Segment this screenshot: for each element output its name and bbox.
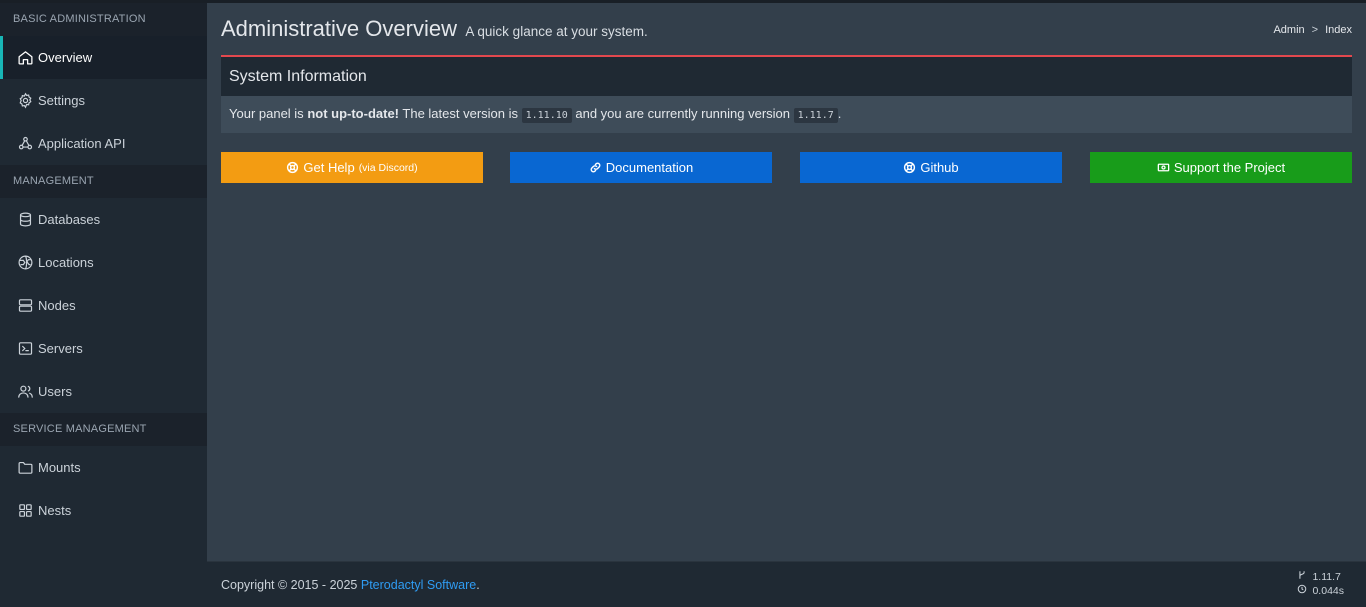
sidebar-item-label: Nests: [38, 503, 72, 518]
users-icon: [17, 383, 34, 400]
sidebar-item-label: Settings: [38, 93, 85, 108]
status-text: .: [837, 106, 842, 121]
breadcrumb-index: Index: [1325, 24, 1352, 36]
page-header: Administrative Overview A quick glance a…: [221, 16, 1352, 46]
copyright-text: .: [476, 578, 480, 592]
page-title: Administrative Overview: [221, 16, 457, 41]
status-text: The latest version is: [399, 106, 522, 121]
get-help-label: Get Help: [303, 160, 355, 175]
documentation-label: Documentation: [605, 160, 694, 175]
sidebar: BASIC ADMINISTRATION Overview Settings A…: [0, 3, 207, 607]
sidebar-item-label: Overview: [38, 50, 93, 65]
terminal-icon: [17, 340, 34, 357]
sidebar-item-mounts[interactable]: Mounts: [0, 446, 207, 489]
breadcrumb: Admin > Index: [1273, 24, 1352, 36]
sidebar-item-nodes[interactable]: Nodes: [0, 284, 207, 327]
breadcrumb-separator: >: [1311, 24, 1319, 36]
sidebar-item-servers[interactable]: Servers: [0, 327, 207, 370]
gear-icon: [17, 92, 34, 109]
get-help-sublabel: (via Discord): [358, 161, 418, 174]
footer-time: 0.044s: [1312, 585, 1344, 597]
sidebar-item-overview[interactable]: Overview: [0, 36, 207, 79]
sidebar-item-label: Users: [38, 384, 72, 399]
server-icon: [17, 297, 34, 314]
support-project-button[interactable]: Support the Project: [1090, 152, 1352, 183]
sidebar-item-settings[interactable]: Settings: [0, 79, 207, 122]
system-information-title: System Information: [221, 57, 1352, 96]
page-subtitle: A quick glance at your system.: [465, 24, 648, 39]
home-icon: [17, 49, 34, 66]
sidebar-header-basic-administration: BASIC ADMINISTRATION: [0, 3, 207, 36]
life-ring-icon: [904, 161, 916, 174]
footer-meta: 1.11.7 0.044s: [1297, 570, 1344, 598]
status-bold-text: not up-to-date!: [307, 106, 400, 121]
pterodactyl-link[interactable]: Pterodactyl Software: [361, 578, 476, 592]
latest-version-code: 1.11.10: [521, 108, 572, 123]
footer-version: 1.11.7: [1312, 571, 1341, 583]
get-help-button[interactable]: Get Help (via Discord): [221, 152, 483, 183]
sidebar-item-label: Mounts: [38, 460, 81, 475]
database-icon: [17, 211, 34, 228]
copyright: Copyright © 2015 - 2025 Pterodactyl Soft…: [221, 578, 480, 592]
clock-icon: [1297, 584, 1309, 598]
system-information-box: System Information Your panel is not up-…: [221, 55, 1352, 133]
sidebar-header-service-management: SERVICE MANAGEMENT: [0, 413, 207, 446]
copyright-text: Copyright © 2015 - 2025: [221, 578, 361, 592]
sidebar-item-label: Locations: [38, 255, 94, 270]
breadcrumb-admin[interactable]: Admin: [1273, 24, 1304, 36]
status-text: Your panel is: [229, 106, 308, 121]
sidebar-item-databases[interactable]: Databases: [0, 198, 207, 241]
footer: Copyright © 2015 - 2025 Pterodactyl Soft…: [207, 561, 1366, 607]
webhook-icon: [17, 135, 34, 152]
folder-icon: [17, 459, 34, 476]
status-text: and you are currently running version: [571, 106, 794, 121]
support-project-label: Support the Project: [1173, 160, 1286, 175]
link-icon: [590, 162, 601, 173]
sidebar-item-label: Servers: [38, 341, 83, 356]
grid-icon: [17, 502, 34, 519]
sidebar-item-label: Databases: [38, 212, 101, 227]
globe-icon: [17, 254, 34, 271]
sidebar-item-nests[interactable]: Nests: [0, 489, 207, 532]
github-label: Github: [920, 160, 959, 175]
system-information-body: Your panel is not up-to-date! The latest…: [221, 96, 1352, 134]
sidebar-item-application-api[interactable]: Application API: [0, 122, 207, 165]
life-ring-icon: [287, 161, 299, 174]
sidebar-item-locations[interactable]: Locations: [0, 241, 207, 284]
git-branch-icon: [1297, 570, 1309, 584]
current-version-code: 1.11.7: [793, 108, 838, 123]
github-button[interactable]: Github: [800, 152, 1062, 183]
admin-app: BASIC ADMINISTRATION Overview Settings A…: [0, 0, 1366, 607]
money-icon: [1157, 163, 1170, 172]
main-content: Administrative Overview A quick glance a…: [207, 3, 1366, 561]
sidebar-item-users[interactable]: Users: [0, 370, 207, 413]
sidebar-header-management: MANAGEMENT: [0, 165, 207, 198]
documentation-button[interactable]: Documentation: [510, 152, 772, 183]
sidebar-item-label: Application API: [38, 136, 126, 151]
sidebar-item-label: Nodes: [38, 298, 76, 313]
